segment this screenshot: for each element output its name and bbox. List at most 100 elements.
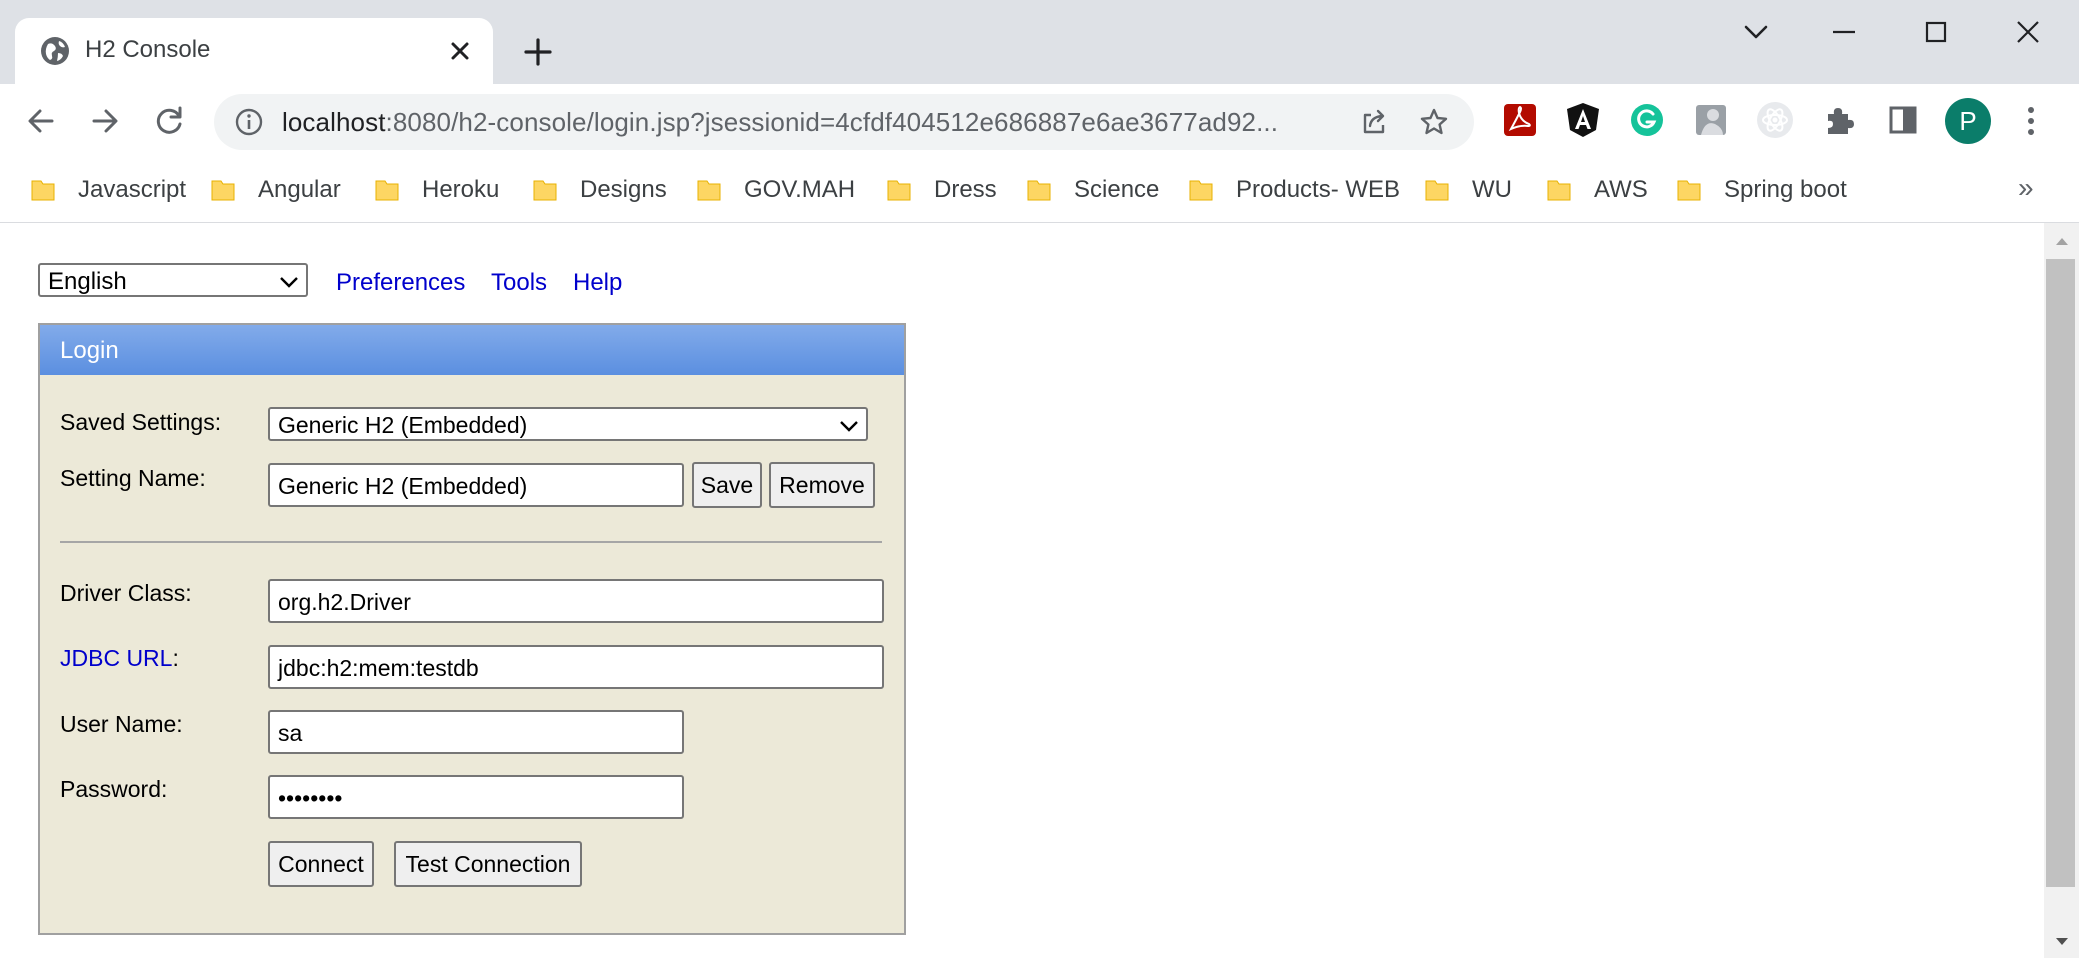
tab-title: H2 Console [85, 36, 211, 63]
bookmark-folder[interactable]: Products- WEB [1188, 172, 1400, 208]
remove-button[interactable]: Remove [769, 462, 875, 508]
driver-class-value: org.h2.Driver [278, 589, 411, 615]
folder-icon [533, 180, 557, 201]
scroll-up-arrow-icon[interactable] [2054, 235, 2070, 247]
close-window-icon[interactable] [2010, 14, 2046, 50]
more-menu-icon[interactable] [2016, 102, 2046, 140]
setting-name-label: Setting Name: [60, 465, 206, 491]
scroll-down-arrow-icon[interactable] [2054, 936, 2070, 948]
bookmark-folder[interactable]: Javascript [30, 172, 186, 208]
folder-icon [697, 180, 721, 201]
extensions-puzzle-icon[interactable] [1819, 100, 1859, 140]
folder-icon [375, 180, 399, 201]
setting-name-value: Generic H2 (Embedded) [278, 473, 528, 499]
saved-settings-select[interactable]: Generic H2 (Embedded) [268, 407, 868, 441]
chevron-down-icon [280, 277, 298, 288]
login-title: Login [60, 337, 119, 364]
bookmark-folder[interactable]: Dress [886, 172, 997, 208]
bookmarks-bar: Javascript Angular Heroku Designs GOV.MA… [0, 158, 2079, 223]
jdbc-url-link[interactable]: JDBC URL [60, 645, 172, 671]
pdf-extension-icon[interactable] [1500, 100, 1540, 140]
saved-settings-label: Saved Settings: [60, 409, 222, 435]
globe-icon [41, 37, 69, 65]
page-content: English Preferences Tools Help Login Sav… [0, 223, 2044, 958]
jdbc-url-value: jdbc:h2:mem:testdb [278, 655, 479, 681]
setting-name-field[interactable]: Generic H2 (Embedded) [268, 463, 684, 507]
react-devtools-extension-icon[interactable] [1755, 100, 1795, 140]
bookmark-folder[interactable]: WU [1424, 172, 1512, 208]
bookmark-label: GOV.MAH [744, 176, 856, 203]
url-path: :8080/h2-console/login.jsp?jsessionid=4c… [385, 107, 1279, 137]
new-tab-icon[interactable] [522, 36, 554, 68]
profile-photo-extension-icon[interactable] [1691, 100, 1731, 140]
url-host: localhost [282, 107, 386, 137]
folder-icon [1027, 180, 1051, 201]
grammarly-extension-icon[interactable] [1627, 100, 1667, 140]
bookmark-label: Heroku [422, 176, 500, 203]
tab-search-chevron-icon[interactable] [1738, 14, 1774, 50]
forward-arrow-icon[interactable] [86, 102, 124, 140]
bookmark-star-icon[interactable] [1418, 106, 1450, 138]
folder-icon [211, 180, 235, 201]
maximize-icon[interactable] [1918, 14, 1954, 50]
jdbc-url-label: JDBC URL: [60, 645, 179, 672]
preferences-link[interactable]: Preferences [336, 269, 465, 297]
folder-icon [31, 180, 55, 201]
reload-icon[interactable] [150, 102, 188, 140]
folder-icon [1547, 180, 1571, 201]
close-tab-icon[interactable] [447, 38, 473, 64]
site-info-icon[interactable] [234, 107, 264, 137]
connect-button[interactable]: Connect [268, 841, 374, 887]
bookmarks-overflow-button[interactable]: » [2018, 172, 2034, 204]
bookmark-label: Science [1074, 176, 1160, 203]
folder-icon [1425, 180, 1449, 201]
bookmark-folder[interactable]: Spring boot [1676, 172, 1847, 208]
password-field[interactable]: •••••••• [268, 775, 684, 819]
share-icon[interactable] [1358, 106, 1390, 138]
bookmark-folder[interactable]: AWS [1546, 172, 1648, 208]
bookmark-label: Dress [934, 176, 997, 203]
angular-extension-icon[interactable] [1563, 100, 1603, 140]
bookmark-folder[interactable]: Science [1026, 172, 1159, 208]
url-text[interactable]: localhost:8080/h2-console/login.jsp?jses… [282, 107, 1278, 138]
bookmark-folder[interactable]: Heroku [374, 172, 499, 208]
browser-tab[interactable]: H2 Console [15, 18, 493, 84]
divider [60, 541, 882, 543]
driver-class-field[interactable]: org.h2.Driver [268, 579, 884, 623]
side-panel-icon[interactable] [1883, 100, 1923, 140]
bookmark-label: Javascript [78, 176, 187, 203]
bookmark-label: Products- WEB [1236, 176, 1401, 203]
chevron-down-icon [840, 421, 858, 432]
address-bar[interactable]: localhost:8080/h2-console/login.jsp?jses… [214, 94, 1474, 150]
jdbc-url-field[interactable]: jdbc:h2:mem:testdb [268, 645, 884, 689]
driver-class-label: Driver Class: [60, 580, 192, 606]
folder-icon [1677, 180, 1701, 201]
folder-icon [1189, 180, 1213, 201]
language-select[interactable]: English [38, 263, 308, 297]
tab-strip: H2 Console [0, 0, 2079, 84]
password-value: •••••••• [278, 785, 343, 811]
bookmark-label: Designs [580, 176, 667, 203]
minimize-icon[interactable] [1826, 14, 1862, 50]
scrollbar-thumb[interactable] [2046, 259, 2075, 887]
bookmark-label: Spring boot [1724, 176, 1847, 203]
browser-toolbar: localhost:8080/h2-console/login.jsp?jses… [0, 84, 2079, 158]
tools-link[interactable]: Tools [491, 269, 547, 297]
login-panel: Login Saved Settings: Generic H2 (Embedd… [38, 323, 906, 935]
save-button[interactable]: Save [692, 462, 762, 508]
help-link[interactable]: Help [573, 269, 622, 297]
bookmark-folder[interactable]: GOV.MAH [696, 172, 855, 208]
bookmark-folder[interactable]: Designs [532, 172, 667, 208]
back-arrow-icon[interactable] [22, 102, 60, 140]
bookmark-folder[interactable]: Angular [210, 172, 341, 208]
jdbc-url-colon: : [172, 645, 179, 671]
vertical-scrollbar[interactable] [2044, 223, 2079, 958]
profile-avatar[interactable]: P [1945, 98, 1991, 144]
user-name-value: sa [278, 720, 303, 746]
bookmark-label: WU [1472, 176, 1512, 203]
bookmark-label: Angular [258, 176, 341, 203]
test-connection-button[interactable]: Test Connection [394, 841, 582, 887]
user-name-field[interactable]: sa [268, 710, 684, 754]
password-label: Password: [60, 776, 168, 802]
saved-settings-value: Generic H2 (Embedded) [278, 412, 528, 438]
